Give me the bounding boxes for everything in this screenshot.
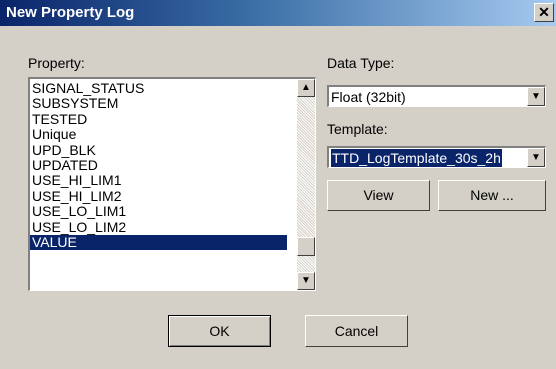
template-dropdown-button[interactable]: ▼ bbox=[527, 148, 545, 167]
scroll-down-arrow-icon: ▼ bbox=[301, 275, 311, 286]
new-property-log-dialog: New Property Log ✕ Property: SIGNAL_STAT… bbox=[0, 0, 556, 369]
property-list-item[interactable]: USE_HI_LIM2 bbox=[30, 189, 287, 204]
template-select[interactable]: TTD_LogTemplate_30s_2h ▼ bbox=[327, 146, 546, 168]
property-listbox[interactable]: SIGNAL_STATUS SUBSYSTEM TESTED Unique UPD_BL… bbox=[28, 77, 316, 291]
template-label: Template: bbox=[327, 121, 388, 137]
property-list-item[interactable]: VALUE bbox=[30, 234, 287, 251]
scroll-up-arrow-icon: ▲ bbox=[301, 82, 311, 93]
ok-button[interactable]: OK bbox=[168, 315, 271, 347]
property-list-scrollbar[interactable]: ▲ ▼ bbox=[297, 79, 315, 290]
scroll-up-button[interactable]: ▲ bbox=[297, 79, 315, 97]
property-list-item[interactable]: SIGNAL_STATUS bbox=[30, 81, 287, 96]
property-list-item[interactable]: USE_LO_LIM1 bbox=[30, 204, 287, 219]
property-list-item[interactable]: SUBSYSTEM bbox=[30, 96, 287, 111]
property-list-item[interactable]: TESTED bbox=[30, 112, 287, 127]
close-icon: ✕ bbox=[538, 4, 550, 20]
property-list-item[interactable]: Unique bbox=[30, 127, 287, 142]
data-type-value: Float (32bit) bbox=[331, 89, 406, 105]
chevron-down-icon: ▼ bbox=[531, 152, 541, 163]
property-list-items: SIGNAL_STATUS SUBSYSTEM TESTED Unique UPD_BL… bbox=[30, 81, 287, 251]
chevron-down-icon: ▼ bbox=[531, 91, 541, 102]
data-type-label: Data Type: bbox=[327, 55, 395, 71]
scroll-thumb[interactable] bbox=[297, 237, 315, 256]
data-type-dropdown-button[interactable]: ▼ bbox=[527, 87, 545, 106]
cancel-button[interactable]: Cancel bbox=[305, 315, 408, 347]
template-value: TTD_LogTemplate_30s_2h bbox=[331, 149, 502, 167]
scroll-down-button[interactable]: ▼ bbox=[297, 272, 315, 290]
title-bar[interactable]: New Property Log ✕ bbox=[0, 0, 556, 26]
property-label: Property: bbox=[28, 55, 85, 71]
property-list-item[interactable]: UPD_BLK bbox=[30, 143, 287, 158]
new-template-button[interactable]: New ... bbox=[438, 180, 546, 211]
close-button[interactable]: ✕ bbox=[534, 3, 554, 22]
property-list-item[interactable]: USE_HI_LIM1 bbox=[30, 173, 287, 188]
property-list-item[interactable]: USE_LO_LIM2 bbox=[30, 220, 287, 235]
window-title: New Property Log bbox=[6, 4, 135, 21]
property-list-item[interactable]: UPDATED bbox=[30, 158, 287, 173]
data-type-select[interactable]: Float (32bit) ▼ bbox=[327, 85, 546, 107]
view-button[interactable]: View bbox=[327, 180, 430, 211]
